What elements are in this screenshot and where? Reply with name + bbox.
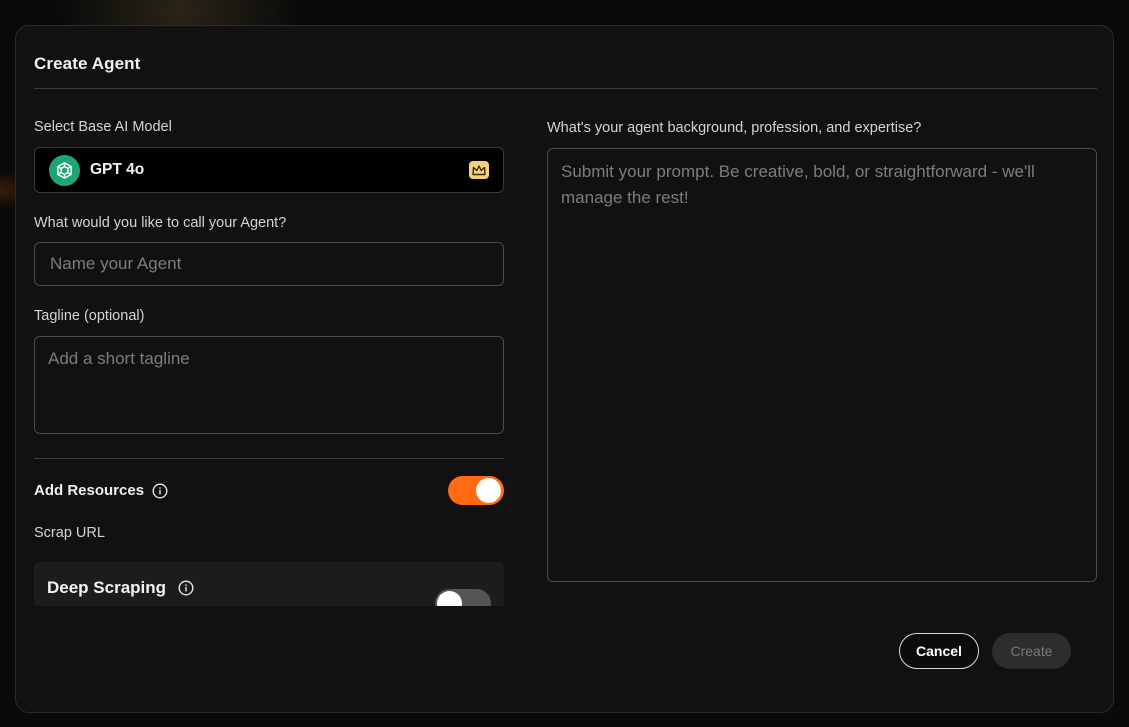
add-resources-label: Add Resources — [34, 482, 145, 499]
prompt-label: What's your agent background, profession… — [547, 120, 922, 136]
toggle-knob — [437, 591, 462, 606]
tagline-input[interactable] — [34, 336, 504, 434]
toggle-knob — [476, 478, 501, 503]
tagline-label: Tagline (optional) — [34, 308, 145, 324]
openai-logo-icon — [49, 154, 80, 186]
cancel-button[interactable]: Cancel — [899, 633, 979, 669]
agent-prompt-input[interactable] — [547, 148, 1097, 582]
info-icon[interactable] — [152, 483, 168, 499]
deep-scraping-toggle[interactable] — [435, 589, 491, 606]
selected-model-name: GPT 4o — [90, 161, 145, 178]
modal-title: Create Agent — [34, 54, 141, 73]
title-divider — [34, 88, 1097, 89]
create-button[interactable]: Create — [992, 633, 1071, 669]
agent-name-input[interactable] — [34, 242, 504, 286]
model-select[interactable]: GPT 4o — [34, 147, 504, 193]
scrap-url-label: Scrap URL — [34, 525, 105, 541]
deep-scraping-panel: Deep Scraping — [34, 562, 504, 606]
section-divider — [34, 458, 504, 459]
model-select-label: Select Base AI Model — [34, 119, 172, 135]
add-resources-toggle[interactable] — [448, 476, 504, 505]
agent-name-label: What would you like to call your Agent? — [34, 215, 287, 231]
info-icon[interactable] — [178, 580, 194, 596]
deep-scraping-label: Deep Scraping — [47, 578, 167, 597]
create-agent-modal: Create Agent Select Base AI Model GPT 4o… — [15, 25, 1114, 713]
crown-icon — [469, 161, 489, 179]
